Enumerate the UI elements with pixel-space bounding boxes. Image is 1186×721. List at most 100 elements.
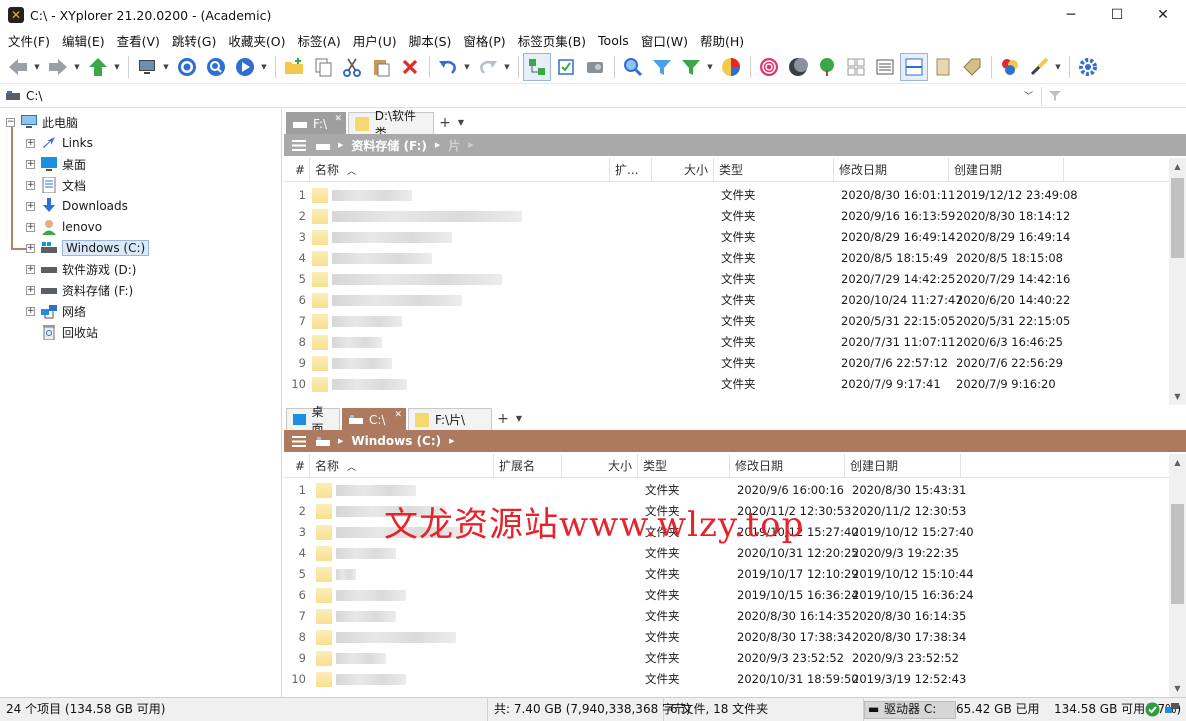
table-row[interactable]: 9 文件夹 2020/9/3 23:52:52 2020/9/3 23:52:52 [284,648,1169,669]
target-icon[interactable] [173,53,201,81]
table-row[interactable]: 6 文件夹 2020/10/24 11:27:47 2020/6/20 14:40:2… [284,290,1169,311]
breadcrumb-arrow-icon[interactable]: ▶ [449,437,454,445]
table-row[interactable]: 8 文件夹 2020/8/30 17:38:34 2020/8/30 17:38:34 [284,627,1169,648]
tab-list-dropdown-icon[interactable]: ▼ [512,408,526,430]
column-header-created[interactable]: 创建日期 [949,158,1064,182]
scroll-down-icon[interactable]: ▼ [1169,680,1186,697]
tab-close-icon[interactable]: ✕ [394,410,402,420]
breadcrumb-arrow-icon[interactable]: ▶ [435,141,440,149]
menu-edit[interactable]: 编辑(E) [56,31,111,50]
column-header-number[interactable]: # [284,158,310,182]
column-header-modified[interactable]: 修改日期 [730,454,845,478]
details-view-icon[interactable] [871,53,899,81]
new-tab-button[interactable]: + [436,112,454,134]
pane-2-scrollbar[interactable]: ▲ ▼ [1169,454,1186,697]
breadcrumb-item[interactable]: 资料存储 (F:) [351,137,427,154]
expand-toggle-icon[interactable]: + [26,306,35,316]
tab-f-drive[interactable]: F:\ ✕ [286,112,346,134]
table-row[interactable]: 3 文件夹 2020/8/29 16:49:14 2020/8/29 16:49:14 [284,227,1169,248]
tree-icon[interactable] [813,53,841,81]
tree-item-links[interactable]: + Links [26,133,93,153]
paste-icon[interactable] [367,53,395,81]
filter-dropdown-icon[interactable]: ▼ [706,53,714,81]
scroll-up-icon[interactable]: ▲ [1169,454,1186,471]
menu-favorites[interactable]: 收藏夹(O) [222,31,291,50]
table-row[interactable]: 5 文件夹 2020/7/29 14:42:25 2020/7/29 14:42:16 [284,269,1169,290]
tree-item-this-pc[interactable]: − 此电脑 [6,112,78,132]
live-filter-icon[interactable] [1048,89,1062,103]
tree-item-documents[interactable]: + 文档 [26,175,86,195]
table-row[interactable]: 9 文件夹 2020/7/6 22:57:12 2020/7/6 22:56:29 [284,353,1169,374]
expand-toggle-icon[interactable]: + [26,138,35,148]
table-row[interactable]: 5 文件夹 2019/10/17 12:10:29 2019/10/12 15:10:… [284,564,1169,585]
column-header-name[interactable]: 名称 ︿ [310,454,494,478]
cut-icon[interactable] [338,53,366,81]
column-header-size[interactable]: 大小 [562,454,638,478]
column-header-created[interactable]: 创建日期 [845,454,961,478]
hamburger-menu-icon[interactable] [292,139,306,151]
menu-help[interactable]: 帮助(H) [694,31,750,50]
scroll-thumb[interactable] [1171,504,1184,604]
table-row[interactable]: 4 文件夹 2020/10/31 12:20:25 2020/9/3 19:22:35 [284,543,1169,564]
tab-list-dropdown-icon[interactable]: ▼ [454,112,468,134]
play-circle-icon[interactable] [231,53,259,81]
expand-toggle-icon[interactable]: + [26,180,35,190]
tree-item-drive-f[interactable]: + 资料存储 (F:) [26,280,133,300]
table-row[interactable]: 6 文件夹 2019/10/15 16:36:24 2019/10/15 16:36:… [284,585,1169,606]
undo-icon[interactable] [434,53,462,81]
network-status-icon[interactable] [1165,703,1179,719]
delete-icon[interactable] [396,53,424,81]
tab-d-software[interactable]: D:\软件类 [348,109,434,140]
pane-1-scrollbar[interactable]: ▲ ▼ [1169,158,1186,405]
menu-view[interactable]: 查看(V) [111,31,166,50]
forward-dropdown-icon[interactable]: ▼ [73,53,81,81]
close-window-button[interactable]: ✕ [1140,0,1186,30]
table-row[interactable]: 4 文件夹 2020/8/5 18:15:49 2020/8/5 18:15:08 [284,248,1169,269]
menu-user[interactable]: 用户(U) [347,31,403,50]
moon-icon[interactable] [784,53,812,81]
menu-tags[interactable]: 标签(A) [291,31,346,50]
column-header-name[interactable]: 名称 ︿ [310,158,610,182]
tree-item-drive-d[interactable]: + 软件游戏 (D:) [26,259,136,279]
table-row[interactable]: 10 文件夹 2020/10/31 18:59:50 2019/3/19 12:52:… [284,669,1169,690]
checkbox-icon[interactable] [552,53,580,81]
column-header-ext[interactable]: 扩... [610,158,652,182]
maximize-button[interactable]: ☐ [1094,0,1140,30]
visual-filter-icon[interactable] [677,53,705,81]
up-arrow-icon[interactable] [84,53,112,81]
tree-item-lenovo[interactable]: + lenovo [26,217,102,237]
table-row[interactable]: 2 文件夹 2020/9/16 16:13:59 2020/8/30 18:14:12 [284,206,1169,227]
new-folder-icon[interactable] [280,53,308,81]
back-arrow-icon[interactable] [4,53,32,81]
color-circles-icon[interactable] [996,53,1024,81]
menu-tools[interactable]: Tools [592,33,635,48]
menu-window[interactable]: 窗口(W) [635,31,694,50]
color-pie-icon[interactable] [717,53,745,81]
table-row[interactable]: 7 文件夹 2020/5/31 22:15:05 2020/5/31 22:15:05 [284,311,1169,332]
tab-close-icon[interactable]: ✕ [334,114,342,124]
column-header-modified[interactable]: 修改日期 [834,158,949,182]
breadcrumb-arrow-icon[interactable]: ▶ [338,141,343,149]
expand-toggle-icon[interactable]: + [26,222,35,232]
column-header-type[interactable]: 类型 [714,158,834,182]
redo-dropdown-icon[interactable]: ▼ [503,53,511,81]
column-header-size[interactable]: 大小 [652,158,714,182]
table-row[interactable]: 1 文件夹 2020/8/30 16:01:11 2019/12/12 23:49:0… [284,185,1169,206]
expand-toggle-icon[interactable]: + [26,285,35,295]
spiral-icon[interactable] [755,53,783,81]
table-row[interactable]: 10 文件夹 2020/7/9 9:17:41 2020/7/9 9:16:20 [284,374,1169,395]
new-tab-button[interactable]: + [494,408,512,430]
collapse-toggle-icon[interactable]: − [6,117,15,127]
preview-pane-icon[interactable] [929,53,957,81]
undo-dropdown-icon[interactable]: ▼ [463,53,471,81]
menu-go[interactable]: 跳转(G) [166,31,222,50]
column-header-type[interactable]: 类型 [638,454,730,478]
minimize-button[interactable]: ─ [1048,0,1094,30]
filter-icon[interactable] [648,53,676,81]
scroll-down-icon[interactable]: ▼ [1169,388,1186,405]
find-files-icon[interactable] [202,53,230,81]
tree-item-downloads[interactable]: + Downloads [26,196,128,216]
expand-toggle-icon[interactable]: + [26,243,35,253]
expand-toggle-icon[interactable]: + [26,264,35,274]
address-dropdown-icon[interactable]: ﹀ [1024,89,1033,102]
